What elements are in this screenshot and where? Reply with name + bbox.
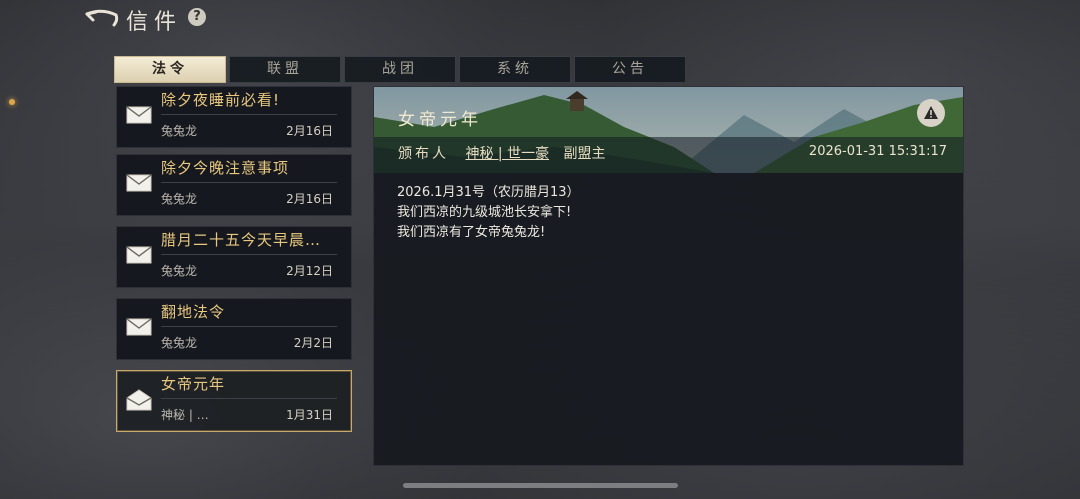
envelope-icon: [126, 317, 152, 337]
open-envelope-icon: [126, 389, 152, 411]
mail-item[interactable]: 除夕夜睡前必看! 兔兔龙 2月16日: [116, 86, 352, 148]
tab-announcement[interactable]: 公告: [574, 56, 686, 83]
envelope-icon: [126, 173, 152, 193]
mail-body-line: 我们西凉的九级城池长安拿下!: [397, 205, 572, 220]
mail-date: 1月31日: [286, 408, 333, 422]
mail-subject: 除夕夜睡前必看!: [161, 91, 281, 109]
mail-timestamp: 2026-01-31 15:31:17: [808, 144, 947, 159]
mail-date: 2月12日: [286, 264, 333, 278]
issuer-role: 副盟主: [563, 146, 606, 162]
mail-subject: 翻地法令: [161, 303, 226, 321]
divider: [161, 398, 337, 399]
issuer-name-link[interactable]: 神秘 | 世一豪: [465, 146, 549, 162]
back-icon[interactable]: [84, 8, 120, 30]
mail-date: 2月2日: [293, 336, 333, 350]
mail-subject: 女帝元年: [161, 375, 226, 393]
mail-item[interactable]: 翻地法令 兔兔龙 2月2日: [116, 298, 352, 360]
mail-sender: 神秘 | …: [161, 408, 209, 422]
mail-sender: 兔兔龙: [161, 192, 198, 206]
report-warning-icon[interactable]: [917, 99, 945, 127]
mail-body-line: 2026.1月31号（农历腊月13）: [397, 185, 580, 200]
issuer-label: 颁布人: [398, 146, 449, 162]
tab-bar: 法令 联盟 战团 系统 公告: [114, 56, 686, 83]
mail-item[interactable]: 腊月二十五今天早晨… 兔兔龙 2月12日: [116, 226, 352, 288]
divider: [161, 182, 337, 183]
tab-alliance[interactable]: 联盟: [229, 56, 341, 83]
divider: [161, 326, 337, 327]
tab-system[interactable]: 系统: [459, 56, 571, 83]
tab-battle-group[interactable]: 战团: [344, 56, 456, 83]
mail-sender: 兔兔龙: [161, 124, 198, 138]
help-icon[interactable]: ?: [188, 8, 206, 26]
tab-decree[interactable]: 法令: [114, 56, 226, 83]
mail-body: 2026.1月31号（农历腊月13） 我们西凉的九级城池长安拿下! 我们西凉有了…: [397, 183, 580, 243]
mail-subject: 腊月二十五今天早晨…: [161, 231, 322, 249]
mail-subject: 除夕今晚注意事项: [161, 159, 290, 177]
envelope-icon: [126, 105, 152, 125]
envelope-icon: [126, 245, 152, 265]
mail-item-selected[interactable]: 女帝元年 神秘 | … 1月31日: [116, 370, 352, 432]
indicator-dot: [9, 99, 15, 105]
mail-sender: 兔兔龙: [161, 264, 198, 278]
mail-date: 2月16日: [286, 192, 333, 206]
mail-detail-panel: 女帝元年 颁布人 神秘 | 世一豪 副盟主 2026-01-31 15:31:1…: [373, 86, 964, 466]
home-indicator[interactable]: [403, 483, 678, 488]
mail-title: 女帝元年: [398, 110, 482, 130]
page-title: 信件: [126, 10, 183, 35]
mail-sender: 兔兔龙: [161, 336, 198, 350]
mail-body-line: 我们西凉有了女帝兔兔龙!: [397, 225, 546, 240]
mail-item[interactable]: 除夕今晚注意事项 兔兔龙 2月16日: [116, 154, 352, 216]
mail-banner: 女帝元年 颁布人 神秘 | 世一豪 副盟主 2026-01-31 15:31:1…: [374, 87, 963, 173]
divider: [161, 254, 337, 255]
divider: [161, 114, 337, 115]
mail-date: 2月16日: [286, 124, 333, 138]
mail-issuer: 颁布人 神秘 | 世一豪 副盟主: [398, 143, 606, 163]
